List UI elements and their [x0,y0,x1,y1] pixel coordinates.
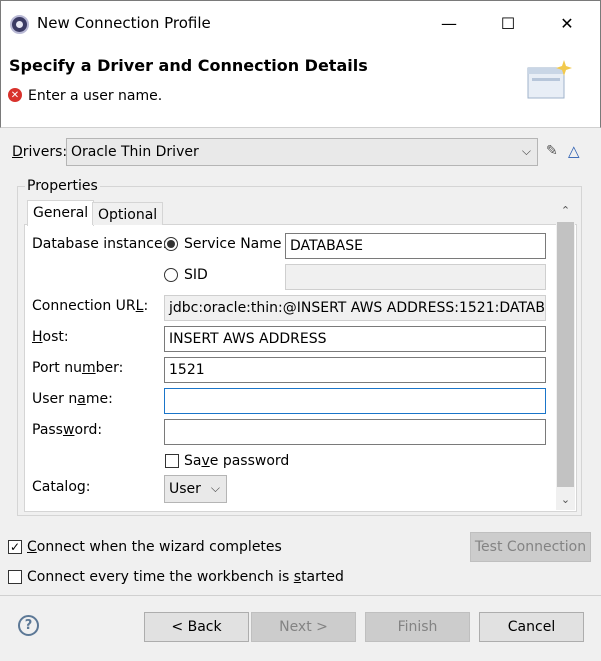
cancel-button[interactable]: Cancel [479,612,584,642]
scroll-down-arrow-icon[interactable]: ⌄ [557,490,574,508]
drivers-select[interactable]: Oracle Thin Driver ⌵ [66,138,538,166]
new-driver-icon[interactable]: △ [568,142,584,160]
chevron-down-icon: ⌵ [521,144,531,158]
tab-general[interactable]: General [27,200,95,226]
drivers-selected-value: Oracle Thin Driver [71,144,199,160]
password-label: Password: [32,422,103,438]
database-instance-label: Database instance: [32,236,168,252]
footer-divider [0,595,601,596]
drivers-label: Drivers: [12,144,68,160]
password-input[interactable] [164,419,546,445]
window-title: New Connection Profile [37,14,211,32]
eclipse-app-icon [10,15,29,34]
connect-on-complete-checkbox[interactable]: ✓ [8,540,22,554]
connect-on-complete-label: Connect when the wizard completes [27,539,282,555]
error-message: Enter a user name. [28,88,163,104]
scrollbar-thumb[interactable] [557,222,574,487]
port-number-input[interactable]: 1521 [164,357,546,383]
catalog-label: Catalog: [32,479,91,495]
maximize-button[interactable]: ☐ [488,8,528,38]
catalog-select[interactable]: User ⌵ [164,475,227,503]
chevron-down-icon: ⌵ [210,481,220,495]
connect-every-time-label: Connect every time the workbench is star… [27,569,344,585]
save-password-label: Save password [184,453,290,469]
close-button[interactable]: ✕ [547,8,587,38]
sid-input[interactable] [285,264,546,290]
host-label: Host: [32,329,69,345]
next-button[interactable]: Next > [251,612,356,642]
service-name-radio[interactable] [164,237,178,251]
scroll-up-arrow-icon[interactable]: ⌃ [557,201,574,219]
edit-driver-icon[interactable]: ✎ [546,143,560,159]
sid-label: SID [184,267,208,283]
finish-button[interactable]: Finish [365,612,470,642]
properties-group-label: Properties [25,178,100,194]
catalog-selected-value: User [169,481,201,497]
wizard-banner-icon [527,60,572,99]
minimize-button[interactable]: — [429,8,469,38]
save-password-checkbox[interactable] [165,454,179,468]
page-title: Specify a Driver and Connection Details [9,56,368,75]
connection-url-input[interactable]: jdbc:oracle:thin:@INSERT AWS ADDRESS:152… [164,295,546,321]
port-number-label: Port number: [32,360,124,376]
back-button[interactable]: < Back [144,612,249,642]
user-name-input[interactable] [164,388,546,414]
connection-url-label: Connection URL: [32,298,149,314]
user-name-label: User name: [32,391,113,407]
sid-radio[interactable] [164,268,178,282]
service-name-label: Service Name [184,236,282,252]
connect-every-time-checkbox[interactable] [8,570,22,584]
tab-optional[interactable]: Optional [92,202,164,225]
service-name-input[interactable]: DATABASE [285,233,546,259]
error-x-icon: ✕ [8,88,22,102]
host-input[interactable]: INSERT AWS ADDRESS [164,326,546,352]
help-question-icon[interactable]: ? [18,615,39,636]
test-connection-button[interactable]: Test Connection [470,532,591,562]
